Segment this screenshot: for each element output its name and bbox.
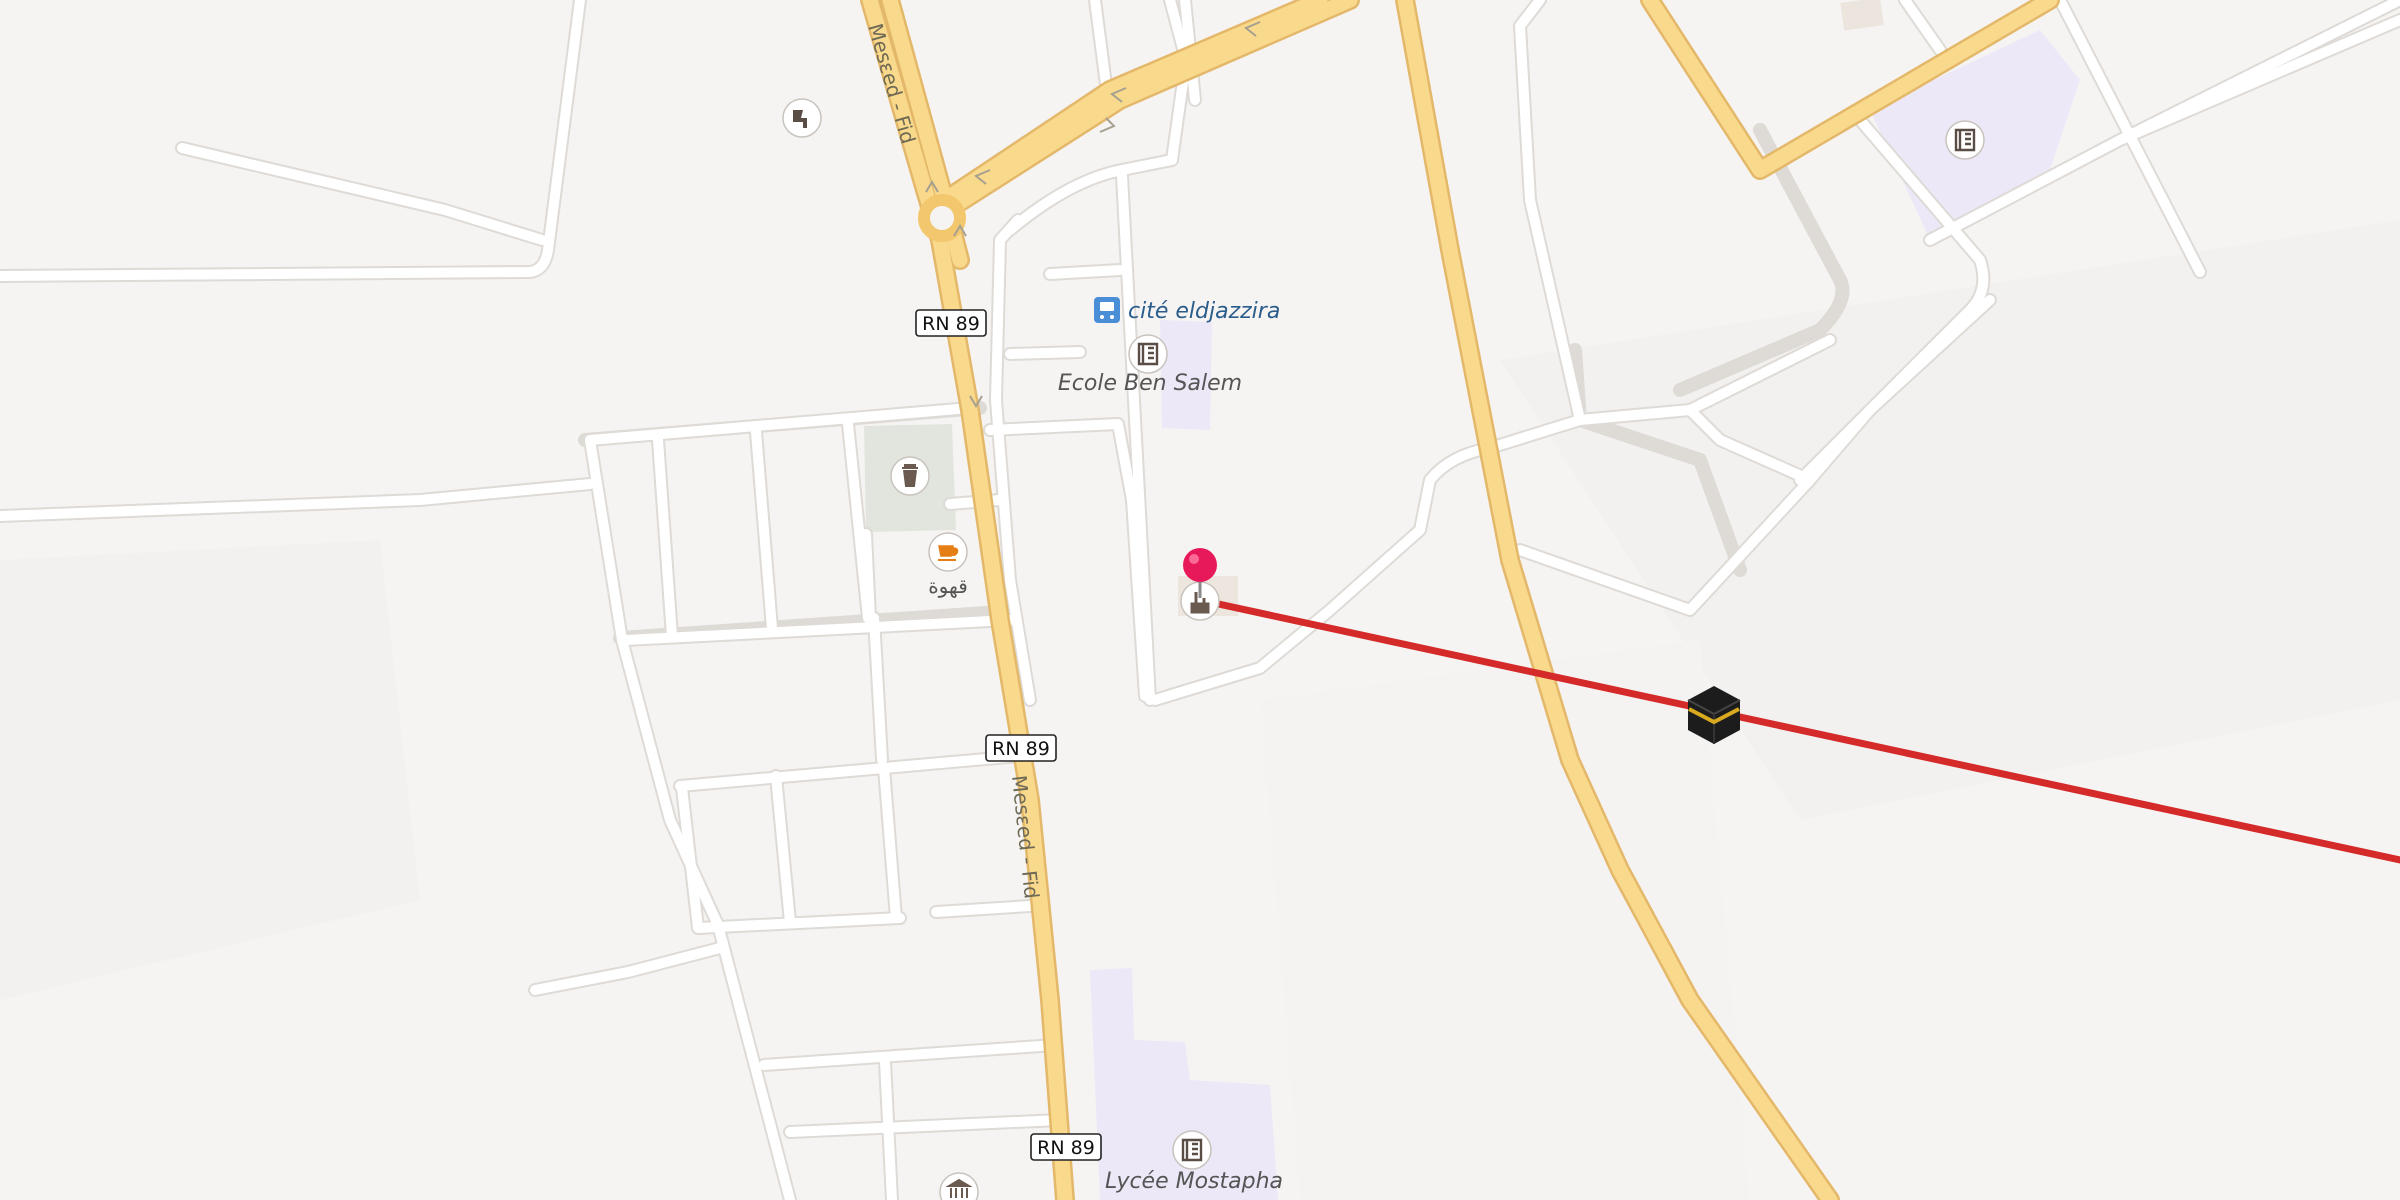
hairdresser-icon[interactable] — [782, 98, 822, 138]
school-label: Ecole Ben Salem — [1058, 371, 1242, 396]
route-shield-label: RN 89 — [1037, 1137, 1095, 1159]
school-label: Lycée Mostapha — [1105, 1169, 1283, 1194]
school-ben-salem[interactable]: Ecole Ben Salem — [1058, 334, 1242, 396]
park-poi[interactable] — [890, 456, 930, 496]
school-northeast[interactable] — [1945, 120, 1985, 160]
monument-icon[interactable] — [939, 1172, 979, 1200]
route-shield: RN 89 — [985, 734, 1057, 762]
map-canvas[interactable]: Mesɛed - Fid Mesɛed - Fid RN 89 RN 89 RN… — [0, 0, 2400, 1200]
bus-stop-label: cité eldjazzira — [1128, 299, 1280, 324]
route-shield: RN 89 — [915, 309, 987, 337]
route-shield-label: RN 89 — [922, 313, 980, 335]
cafe-poi[interactable]: قهوة — [928, 532, 968, 598]
building-small — [1840, 0, 1884, 31]
route-shield-label: RN 89 — [992, 738, 1050, 760]
route-shield: RN 89 — [1030, 1133, 1102, 1161]
cafe-label: قهوة — [928, 574, 968, 598]
